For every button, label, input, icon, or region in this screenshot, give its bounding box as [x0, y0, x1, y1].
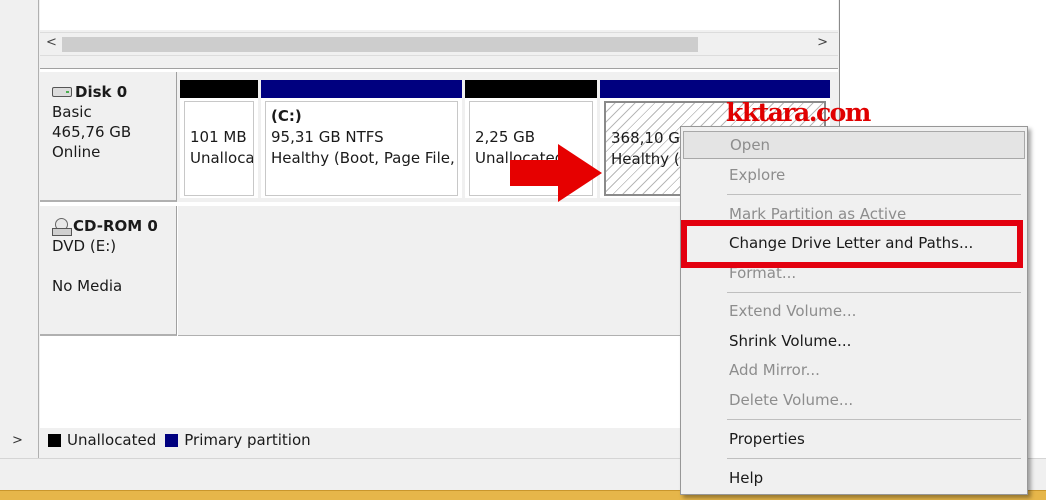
unallocated-bar: [465, 80, 597, 98]
disk-0-label[interactable]: Disk 0 Basic 465,76 GB Online: [40, 72, 177, 202]
menu-item-extend-volume[interactable]: Extend Volume...: [683, 297, 1025, 325]
cdrom-0-title: CD-ROM 0: [52, 216, 176, 236]
partition-box: 101 MB Unalloca: [184, 101, 254, 196]
disk-0-status: Online: [52, 143, 101, 161]
unallocated-bar: [180, 80, 258, 98]
watermark: kktara.com: [726, 98, 871, 127]
partition-unallocated-101mb[interactable]: 101 MB Unalloca: [180, 80, 258, 198]
cdrom-0-status: No Media: [52, 277, 123, 295]
horizontal-scrollbar[interactable]: < >: [40, 32, 838, 56]
cd-drive-icon: [52, 218, 72, 236]
scroll-right-icon[interactable]: >: [817, 35, 828, 50]
partition-status: Healthy (Boot, Page File, C: [271, 149, 458, 167]
menu-item-explore[interactable]: Explore: [683, 161, 1025, 189]
menu-separator: [727, 194, 1021, 195]
context-menu: Open Explore Mark Partition as Active Ch…: [680, 126, 1028, 495]
cdrom-0-name: CD-ROM 0: [73, 217, 158, 235]
disk-0-size: 465,76 GB: [52, 123, 132, 141]
menu-separator: [727, 458, 1021, 459]
scroll-left-icon[interactable]: <: [46, 35, 57, 50]
menu-item-help[interactable]: Help: [683, 464, 1025, 492]
expand-arrow-icon[interactable]: >: [12, 433, 23, 448]
primary-partition-bar: [600, 80, 830, 98]
partition-box: (C:) 95,31 GB NTFS Healthy (Boot, Page F…: [265, 101, 458, 196]
primary-partition-bar: [261, 80, 462, 98]
disk-0-title: Disk 0: [52, 82, 176, 102]
red-arrow-icon: [510, 144, 602, 202]
highlight-box: [681, 220, 1023, 268]
disk-0-name: Disk 0: [75, 83, 128, 101]
legend-primary: Primary partition: [184, 431, 311, 449]
hard-drive-icon: [52, 87, 72, 97]
menu-item-shrink-volume[interactable]: Shrink Volume...: [683, 327, 1025, 355]
scrollbar-thumb[interactable]: [62, 37, 698, 52]
partition-c-drive[interactable]: (C:) 95,31 GB NTFS Healthy (Boot, Page F…: [261, 80, 462, 198]
partition-size: 101 MB: [190, 128, 247, 146]
unallocated-swatch: [48, 433, 61, 447]
menu-item-add-mirror[interactable]: Add Mirror...: [683, 356, 1025, 384]
cdrom-0-drive: DVD (E:): [52, 237, 117, 255]
disk-0-type: Basic: [52, 103, 92, 121]
left-panel-strip: [0, 0, 38, 490]
menu-separator: [727, 292, 1021, 293]
cdrom-0-label[interactable]: CD-ROM 0 DVD (E:) No Media: [40, 206, 177, 336]
menu-separator: [727, 419, 1021, 420]
partition-title: (C:): [271, 107, 302, 125]
partition-status: Unalloca: [190, 149, 254, 167]
menu-item-open[interactable]: Open: [683, 131, 1025, 159]
partition-size: 95,31 GB NTFS: [271, 128, 384, 146]
menu-item-properties[interactable]: Properties: [683, 425, 1025, 453]
legend-unallocated: Unallocated: [67, 431, 157, 449]
volume-list: [40, 0, 838, 30]
menu-item-delete-volume[interactable]: Delete Volume...: [683, 386, 1025, 414]
primary-partition-swatch: [165, 433, 179, 447]
